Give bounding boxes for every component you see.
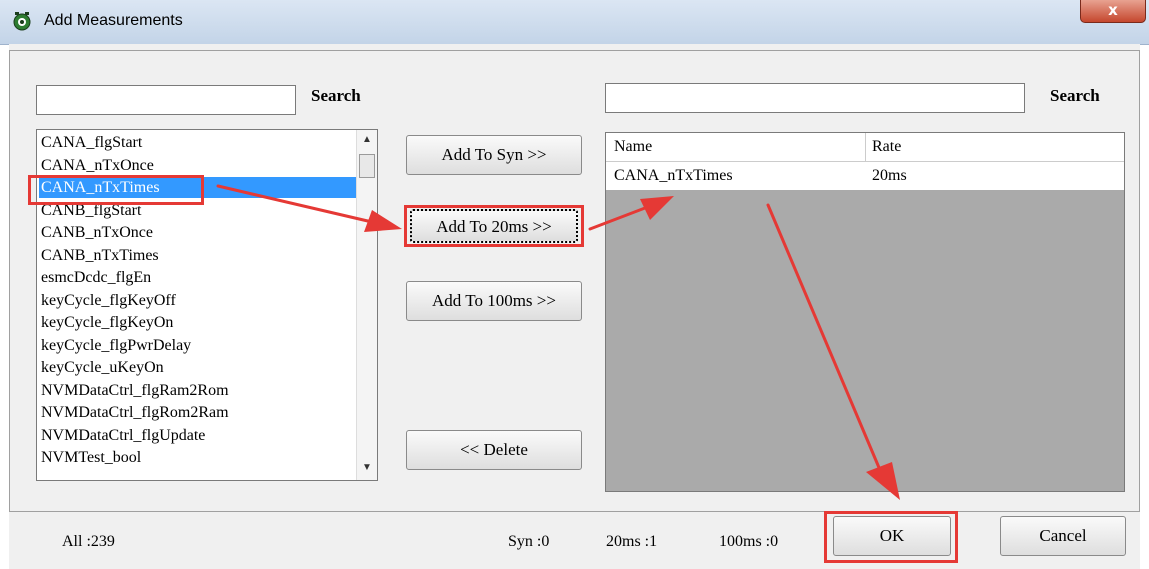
list-item[interactable]: CANB_nTxTimes [39,245,359,266]
grid-header: Name Rate [606,133,1124,162]
row-rate-cell: 20ms [872,167,907,184]
count-20ms: 20ms :1 [606,533,658,550]
table-row[interactable]: CANA_nTxTimes 20ms [606,162,1124,190]
count-all: All :239 [62,533,115,550]
left-search-label: Search [311,86,361,105]
scroll-thumb[interactable] [359,154,375,178]
list-item[interactable]: CANB_nTxOnce [39,222,359,243]
column-header-rate[interactable]: Rate [872,133,901,161]
title-bar: Add Measurements x [0,0,1149,45]
delete-button[interactable]: << Delete [406,430,582,470]
annotation-box-add-20ms [404,205,584,247]
column-header-name[interactable]: Name [614,133,652,161]
list-item[interactable]: CANA_nTxOnce [39,155,359,176]
list-item[interactable]: NVMDataCtrl_flgRam2Rom [39,380,359,401]
list-item[interactable]: keyCycle_flgPwrDelay [39,335,359,356]
row-name-cell: CANA_nTxTimes [614,167,733,184]
cancel-button[interactable]: Cancel [1000,516,1126,556]
right-search-input[interactable] [605,83,1025,113]
list-item[interactable]: NVMTest_bool [39,447,359,468]
scroll-up-icon[interactable]: ▲ [357,132,377,148]
list-item[interactable]: keyCycle_uKeyOn [39,357,359,378]
list-item[interactable]: esmcDcdc_flgEn [39,267,359,288]
left-search-input[interactable] [36,85,296,115]
annotation-box-ok [824,511,958,563]
window-title: Add Measurements [44,12,183,29]
close-icon: x [1108,1,1118,19]
list-item[interactable]: CANA_flgStart [39,132,359,153]
column-divider[interactable] [865,133,866,161]
list-item[interactable]: keyCycle_flgKeyOn [39,312,359,333]
list-item[interactable]: NVMDataCtrl_flgRom2Ram [39,402,359,423]
count-syn: Syn :0 [508,533,550,550]
count-100ms: 100ms :0 [719,533,779,550]
add-to-syn-button[interactable]: Add To Syn >> [406,135,582,175]
annotation-box-selected-item [28,175,204,205]
list-scrollbar[interactable]: ▲ ▼ [356,130,377,480]
scroll-down-icon[interactable]: ▼ [357,460,377,476]
right-search-label: Search [1050,86,1100,105]
list-item[interactable]: keyCycle_flgKeyOff [39,290,359,311]
add-to-100ms-button[interactable]: Add To 100ms >> [406,281,582,321]
list-item[interactable]: NVMDataCtrl_flgUpdate [39,425,359,446]
app-icon [13,12,31,31]
selected-measurements-grid[interactable]: Name Rate CANA_nTxTimes 20ms [605,132,1125,492]
close-button[interactable]: x [1080,0,1146,23]
